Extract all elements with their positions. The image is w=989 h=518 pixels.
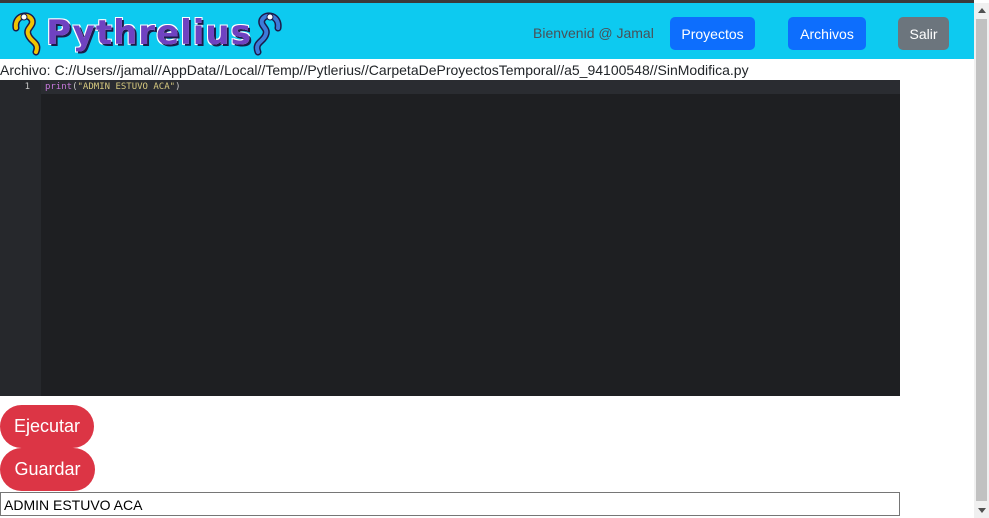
app-logo[interactable]: Pythrelius [12, 8, 282, 58]
save-button[interactable]: Guardar [0, 448, 95, 491]
arrow-down-icon [978, 508, 986, 513]
scroll-down-button[interactable] [974, 503, 989, 518]
arrow-up-icon [978, 8, 986, 13]
files-button[interactable]: Archivos [788, 17, 866, 50]
output-console: ADMIN ESTUVO ACA [0, 492, 900, 516]
scroll-thumb[interactable] [976, 19, 987, 501]
logo-wordmark: Pythrelius [46, 13, 252, 53]
navbar: Pythrelius Bienvenid @ Jamal Proyectos A… [0, 3, 974, 59]
scroll-up-button[interactable] [974, 3, 989, 18]
run-button[interactable]: Ejecutar [0, 405, 94, 448]
code-line[interactable]: print("ADMIN ESTUVO ACA") [45, 82, 180, 92]
exit-button[interactable]: Salir [898, 17, 949, 50]
file-path: Archivo: C://Users//jamal//AppData//Loca… [0, 62, 749, 78]
code-function: print [45, 82, 73, 92]
welcome-text: Bienvenid @ Jamal [533, 25, 654, 41]
line-number: 1 [24, 82, 30, 92]
code-editor[interactable]: 1 print("ADMIN ESTUVO ACA") [0, 80, 900, 396]
projects-button[interactable]: Proyectos [670, 17, 755, 50]
code-paren-close: ) [175, 82, 181, 92]
line-gutter: 1 [0, 80, 41, 396]
page-scrollbar[interactable] [974, 3, 989, 518]
code-string: "ADMIN ESTUVO ACA" [77, 82, 176, 92]
